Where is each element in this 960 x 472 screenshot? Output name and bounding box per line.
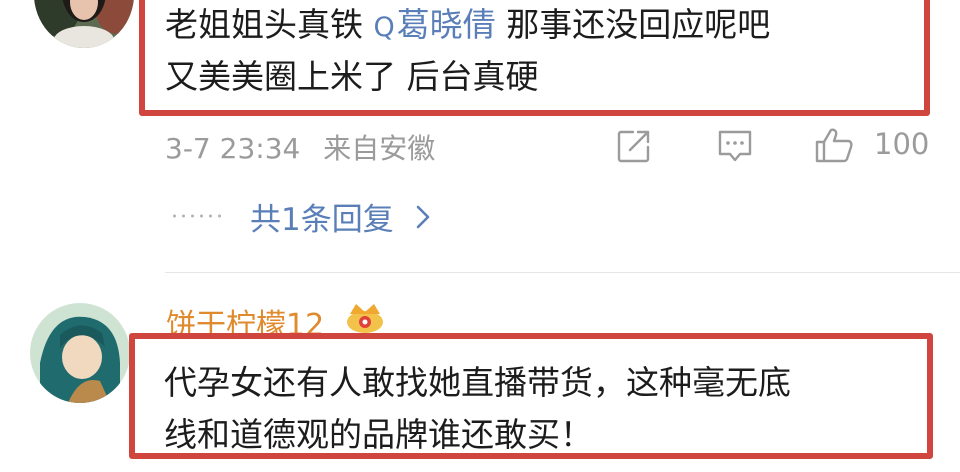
crown-badge-icon bbox=[347, 304, 383, 333]
reply-indent-dots bbox=[170, 214, 222, 218]
avatar[interactable] bbox=[34, 0, 134, 48]
chevron-right-icon[interactable] bbox=[414, 204, 432, 230]
avatar[interactable] bbox=[30, 303, 130, 403]
avatar-image bbox=[30, 303, 130, 403]
comment-icon[interactable] bbox=[716, 128, 754, 164]
timestamp: 3-7 23:34 bbox=[165, 132, 301, 165]
share-icon[interactable] bbox=[616, 128, 652, 164]
comment-meta: 3-7 23:34 来自安徽 bbox=[165, 127, 435, 167]
divider bbox=[165, 272, 960, 273]
view-replies-link[interactable]: 共1条回复 bbox=[250, 194, 394, 239]
comment-thread: 老姐姐头真铁 Q葛晓倩 那事还没回应呢吧 又美美圈上米了 后台真硬 3-7 23… bbox=[0, 0, 960, 472]
avatar-image bbox=[34, 0, 134, 48]
like-count: 100 bbox=[874, 127, 930, 161]
location: 来自安徽 bbox=[323, 132, 436, 165]
thumbs-up-icon[interactable] bbox=[814, 126, 854, 164]
highlight-box bbox=[129, 333, 933, 459]
highlight-box bbox=[139, 0, 930, 116]
